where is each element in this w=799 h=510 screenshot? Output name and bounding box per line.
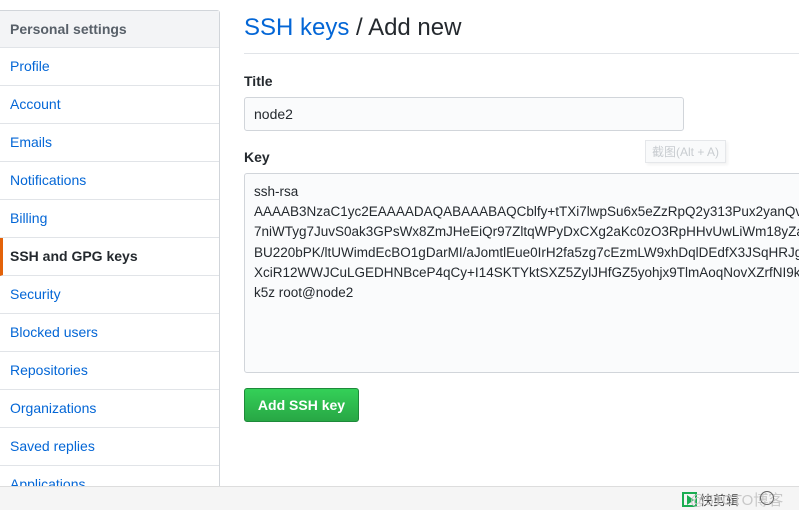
sidebar-item-organizations[interactable]: Organizations: [0, 390, 219, 428]
breadcrumb-separator: /: [349, 14, 369, 41]
sidebar-item-emails[interactable]: Emails: [0, 124, 219, 162]
title-label: Title: [244, 73, 273, 89]
divider: [244, 53, 799, 54]
sidebar-header: Personal settings: [0, 11, 219, 48]
sidebar-item-security[interactable]: Security: [0, 276, 219, 314]
sidebar-item-account[interactable]: Account: [0, 86, 219, 124]
sidebar-item-blocked-users[interactable]: Blocked users: [0, 314, 219, 352]
title-input[interactable]: [244, 97, 684, 131]
page-title: SSH keys / Add new: [244, 14, 461, 42]
settings-sidebar: Personal settings Profile Account Emails No…: [0, 10, 220, 505]
sidebar-item-profile[interactable]: Profile: [0, 48, 219, 86]
ssh-keys-link[interactable]: SSH keys: [244, 14, 349, 41]
sidebar-item-notifications[interactable]: Notifications: [0, 162, 219, 200]
taskbar: 快剪辑 @51CTO博客: [0, 486, 799, 510]
screenshot-tooltip: 截图(Alt + A): [645, 140, 727, 163]
sidebar-item-repositories[interactable]: Repositories: [0, 352, 219, 390]
key-textarea[interactable]: ssh-rsa AAAAB3NzaC1yc2EAAAADAQABAAABAQCb…: [244, 173, 799, 373]
page-title-text: Add new: [368, 14, 462, 41]
sidebar-item-saved-replies[interactable]: Saved replies: [0, 428, 219, 466]
add-ssh-key-button[interactable]: Add SSH key: [244, 388, 359, 422]
sidebar-item-ssh-and-gpg-keys[interactable]: SSH and GPG keys: [0, 238, 219, 276]
key-label: Key: [244, 149, 270, 165]
sidebar-item-billing[interactable]: Billing: [0, 200, 219, 238]
clock-icon[interactable]: [760, 491, 774, 505]
